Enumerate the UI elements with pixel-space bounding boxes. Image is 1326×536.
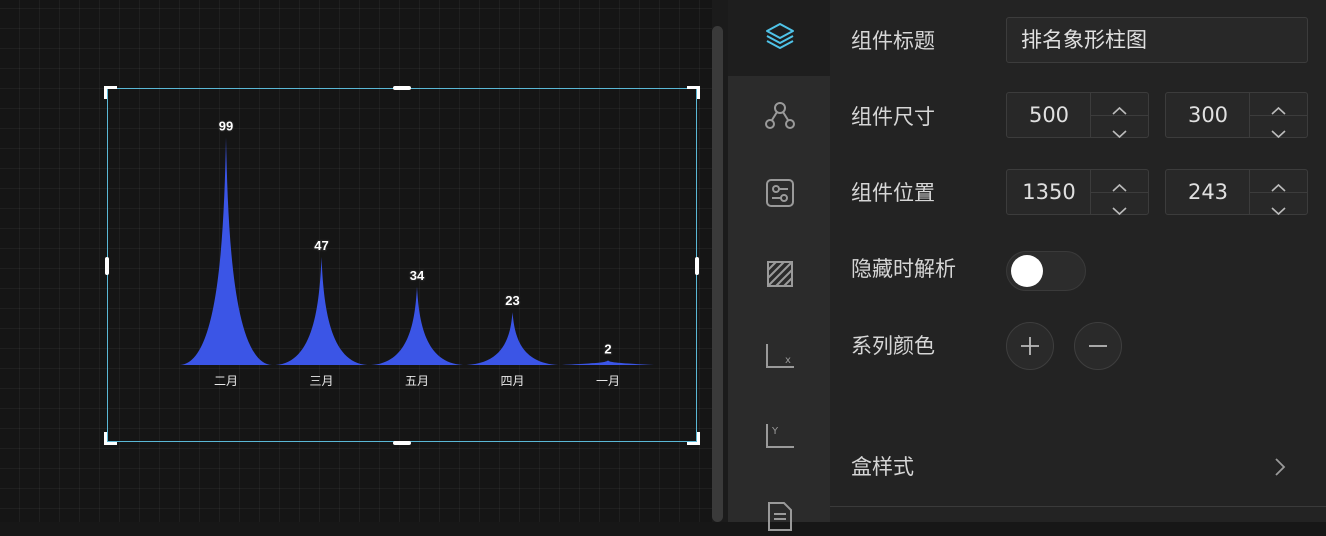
position-x-decrement-button[interactable]	[1091, 192, 1148, 216]
x-axis-icon[interactable]: x	[764, 340, 796, 372]
height-decrement-button[interactable]	[1250, 115, 1307, 139]
add-color-button[interactable]	[1006, 322, 1054, 370]
category-label: 一月	[596, 374, 620, 388]
value-label: 47	[314, 238, 328, 253]
connect-icon[interactable]	[764, 99, 796, 131]
canvas-scrollbar-thumb[interactable]	[712, 26, 723, 522]
svg-text:Y: Y	[771, 426, 779, 437]
section-divider	[830, 506, 1326, 507]
category-label: 四月	[500, 374, 524, 388]
height-value: 300	[1187, 103, 1229, 127]
value-label: 2	[604, 341, 611, 356]
toggle-knob	[1011, 255, 1043, 287]
value-label: 34	[410, 268, 425, 283]
minus-icon	[1089, 345, 1107, 347]
width-stepper[interactable]: 500	[1006, 92, 1149, 139]
category-label: 三月	[309, 374, 333, 388]
position-y-decrement-button[interactable]	[1250, 192, 1307, 216]
value-label: 99	[219, 118, 233, 133]
chevron-down-icon	[1112, 130, 1127, 139]
box-style-section-header[interactable]: 盒样式	[851, 452, 914, 482]
svg-text:x: x	[785, 355, 791, 366]
category-label: 二月	[214, 374, 238, 388]
height-increment-button[interactable]	[1250, 93, 1307, 115]
position-x-increment-button[interactable]	[1091, 170, 1148, 192]
hide-parse-toggle[interactable]	[1006, 251, 1086, 291]
spike-bar	[562, 360, 654, 365]
spike-bar	[275, 256, 368, 365]
settings-icon-rail	[728, 76, 830, 522]
size-label: 组件尺寸	[851, 105, 935, 129]
position-y-value: 243	[1187, 180, 1229, 204]
hatch-box-icon[interactable]	[764, 258, 796, 290]
pictorial-bar-chart: 99 二月 47 三月 34 五月 23 四月 2 一月	[180, 117, 654, 388]
layers-icon[interactable]	[764, 20, 796, 52]
value-label: 23	[505, 293, 519, 308]
chevron-down-icon	[1271, 130, 1286, 139]
position-y-stepper[interactable]: 243	[1165, 169, 1308, 216]
width-increment-button[interactable]	[1091, 93, 1148, 115]
hide-parse-label: 隐藏时解析	[851, 257, 956, 281]
title-label: 组件标题	[851, 29, 935, 53]
position-label: 组件位置	[851, 181, 935, 205]
spike-bar	[180, 137, 272, 365]
category-label: 五月	[405, 374, 429, 388]
spike-bar	[466, 312, 559, 365]
chevron-right-icon[interactable]	[1270, 455, 1290, 479]
plus-icon	[1021, 337, 1039, 355]
chevron-down-icon	[1112, 207, 1127, 216]
remove-color-button[interactable]	[1074, 322, 1122, 370]
list-doc-icon[interactable]	[764, 500, 796, 532]
position-y-increment-button[interactable]	[1250, 170, 1307, 192]
width-decrement-button[interactable]	[1091, 115, 1148, 139]
y-axis-icon[interactable]: Y	[764, 420, 796, 452]
position-x-stepper[interactable]: 1350	[1006, 169, 1149, 216]
title-input[interactable]: 排名象形柱图	[1006, 17, 1308, 63]
chevron-down-icon	[1271, 207, 1286, 216]
series-color-label: 系列颜色	[851, 334, 935, 358]
height-stepper[interactable]: 300	[1165, 92, 1308, 139]
position-x-value: 1350	[1022, 180, 1076, 204]
width-value: 500	[1028, 103, 1070, 127]
settings-sliders-icon[interactable]	[764, 177, 796, 209]
spike-bar	[371, 286, 463, 365]
